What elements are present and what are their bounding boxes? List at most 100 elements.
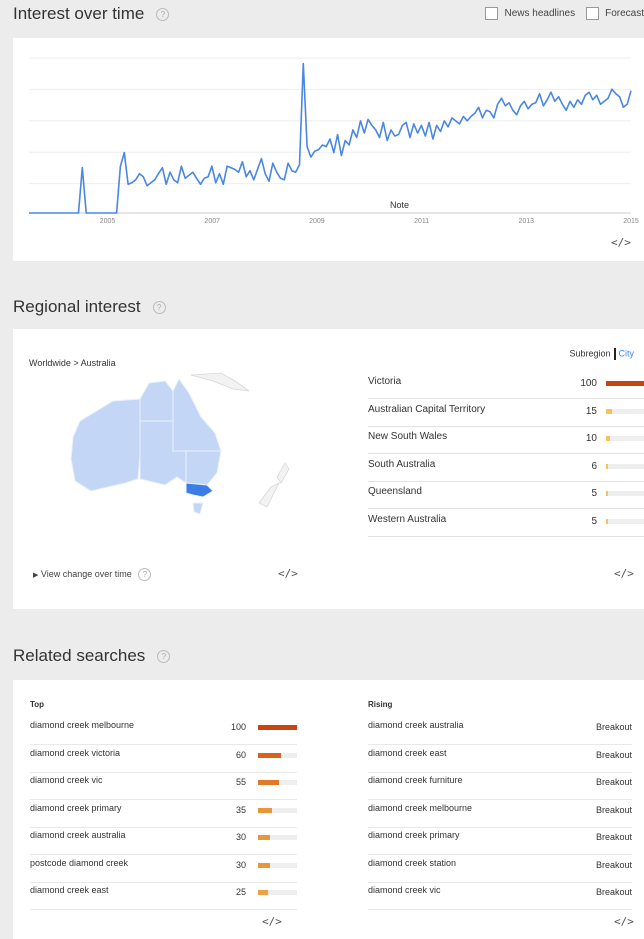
rising-search-row[interactable]: diamond creek east Breakout [368, 745, 632, 773]
subregion-tab[interactable]: Subregion [569, 348, 610, 358]
search-value: Breakout [595, 859, 632, 870]
search-value: Breakout [595, 749, 632, 760]
region-row[interactable]: New South Wales 10 [368, 427, 644, 454]
search-bar-track [258, 725, 297, 730]
regional-card: Worldwide > Australia Subregion City Vict… [13, 329, 644, 609]
search-value: 30 [235, 832, 246, 842]
rising-search-row[interactable]: diamond creek station Breakout [368, 855, 632, 883]
search-bar-fill [258, 862, 270, 868]
embed-icon[interactable]: </> [278, 567, 298, 580]
top-search-row[interactable]: diamond creek east 25 [30, 882, 297, 910]
rising-header: Rising [368, 700, 393, 709]
top-search-row[interactable]: diamond creek vic 55 [30, 772, 297, 800]
region-bar-track [606, 491, 644, 496]
map-victoria[interactable] [185, 482, 214, 498]
region-value: 6 [591, 460, 597, 472]
region-row[interactable]: Western Australia 5 [368, 510, 644, 537]
search-bar-fill [258, 725, 297, 730]
regional-title: Regional interest ? [13, 297, 166, 317]
rising-search-row[interactable]: diamond creek primary Breakout [368, 827, 632, 855]
region-row[interactable]: South Australia 6 [368, 455, 644, 482]
interest-series-line[interactable] [29, 62, 632, 214]
checkbox-icon[interactable] [586, 7, 600, 20]
news-headlines-checkbox[interactable]: News headlines [485, 7, 575, 20]
search-value: 30 [235, 859, 246, 870]
region-value: 10 [585, 433, 597, 444]
australia-map[interactable] [53, 371, 303, 531]
rising-search-row[interactable]: diamond creek australia Breakout [368, 717, 632, 745]
chart-gridlines [29, 57, 631, 185]
help-icon[interactable]: ? [157, 649, 171, 663]
top-header: Top [30, 700, 45, 709]
region-bar-fill [606, 408, 612, 414]
checkbox-icon[interactable] [485, 7, 499, 20]
x-tick-label: 2013 [519, 218, 535, 225]
region-bar-track [606, 381, 644, 386]
search-term: diamond creek primary [368, 830, 460, 840]
breadcrumb[interactable]: Worldwide > Australia [29, 358, 116, 368]
help-icon[interactable]: ? [138, 568, 152, 581]
interest-title: Interest over time ? [13, 4, 170, 24]
region-name: New South Wales [368, 431, 448, 442]
top-search-row[interactable]: diamond creek victoria 60 [30, 745, 297, 773]
top-search-row[interactable]: diamond creek australia 30 [30, 827, 297, 855]
x-tick-label: 2015 [623, 218, 639, 225]
map-queensland[interactable] [172, 378, 222, 452]
search-value: Breakout [595, 722, 632, 732]
top-search-row[interactable]: diamond creek primary 35 [30, 800, 297, 828]
interest-line-chart: 2005 2007 2009 2011 2013 2015 [29, 57, 639, 225]
region-bar-track [606, 463, 644, 469]
embed-icon[interactable]: </> [262, 915, 282, 928]
region-bar-fill [606, 436, 610, 441]
search-term: diamond creek station [368, 857, 457, 868]
x-tick-label: 2009 [309, 218, 325, 225]
search-term: diamond creek east [30, 885, 109, 895]
chart-note[interactable]: Note [390, 200, 409, 210]
map-tasmania[interactable] [192, 502, 204, 515]
region-row[interactable]: Australian Capital Territory 15 [368, 400, 644, 427]
subregion-city-toggle: Subregion City [569, 348, 634, 360]
caret-right-icon: ▶ [33, 572, 39, 579]
search-bar-track [258, 807, 297, 813]
city-tab[interactable]: City [619, 348, 635, 358]
rising-search-row[interactable]: diamond creek vic Breakout [368, 882, 632, 910]
region-bar-fill [606, 518, 608, 524]
map-new-south-wales[interactable] [185, 450, 222, 486]
search-term: diamond creek primary [30, 802, 122, 813]
interest-card: 2005 2007 2009 2011 2013 2015 Note </> [13, 38, 644, 261]
view-change-link[interactable]: ▶ View change over time ? [33, 568, 152, 581]
search-bar-track [258, 835, 297, 840]
search-bar-fill [258, 835, 270, 840]
top-search-row[interactable]: postcode diamond creek 30 [30, 855, 297, 883]
embed-icon[interactable]: </> [614, 915, 634, 928]
map-northern-territory[interactable] [139, 380, 174, 422]
region-row[interactable]: Victoria 100 [368, 372, 644, 399]
x-tick-label: 2007 [204, 218, 220, 225]
region-bar-fill [606, 491, 608, 496]
region-value: 100 [580, 378, 597, 389]
map-papua [190, 372, 250, 392]
embed-icon[interactable]: </> [611, 236, 631, 249]
rising-search-row[interactable]: diamond creek melbourne Breakout [368, 800, 632, 828]
help-icon[interactable]: ? [156, 7, 170, 21]
search-value: Breakout [595, 777, 632, 787]
search-value: 100 [230, 722, 246, 732]
region-row[interactable]: Queensland 5 [368, 482, 644, 509]
search-term: diamond creek victoria [30, 747, 121, 758]
search-bar-track [258, 890, 297, 895]
search-bar-track [258, 780, 297, 785]
search-bar-fill [258, 752, 282, 758]
region-name: Western Australia [368, 513, 447, 525]
forecast-checkbox[interactable]: Forecast [586, 7, 644, 20]
search-value: 35 [235, 804, 246, 815]
search-term: diamond creek east [368, 747, 447, 758]
help-icon[interactable]: ? [152, 300, 166, 314]
search-value: Breakout [595, 804, 632, 815]
related-card: Top Rising diamond creek melbourne 100 dia… [13, 680, 644, 939]
region-bar-fill [606, 381, 644, 386]
rising-search-row[interactable]: diamond creek furniture Breakout [368, 772, 632, 800]
search-term: diamond creek melbourne [30, 720, 135, 730]
top-search-row[interactable]: diamond creek melbourne 100 [30, 717, 297, 745]
embed-icon[interactable]: </> [614, 567, 634, 580]
map-western-australia[interactable] [70, 398, 141, 492]
